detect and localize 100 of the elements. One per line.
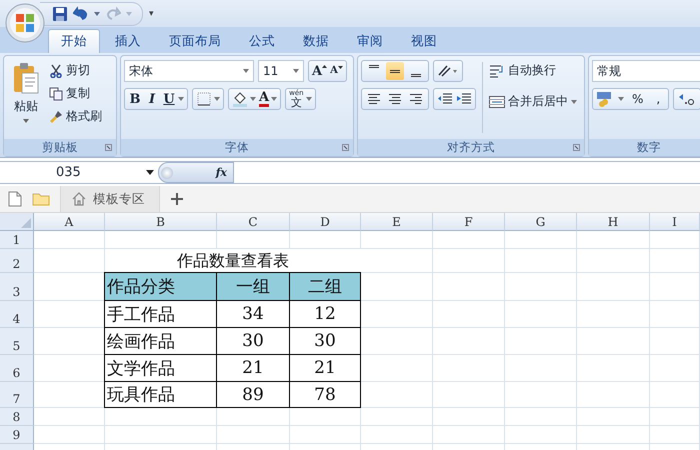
cell[interactable] [577, 355, 650, 382]
cell[interactable] [361, 355, 433, 382]
cell[interactable] [361, 301, 433, 328]
cell[interactable] [650, 426, 700, 444]
cell[interactable] [34, 408, 105, 426]
column-header[interactable]: E [361, 213, 433, 231]
cell[interactable] [505, 301, 577, 328]
row-header[interactable]: 1 [0, 231, 34, 249]
merge-center-button[interactable]: 合并后居中 [489, 91, 577, 112]
cell[interactable] [217, 426, 290, 444]
ribbon-tab[interactable]: 审阅 [344, 29, 396, 53]
column-header[interactable]: G [505, 213, 577, 231]
save-icon[interactable] [52, 6, 68, 22]
cell[interactable] [290, 426, 361, 444]
cell[interactable] [105, 426, 217, 444]
cell[interactable] [505, 273, 577, 301]
caret-icon[interactable] [250, 97, 256, 101]
cell[interactable] [505, 426, 577, 444]
ribbon-tab[interactable]: 页面布局 [156, 29, 234, 53]
cell[interactable] [433, 382, 505, 408]
font-style-button[interactable]: B [128, 92, 142, 106]
cell[interactable] [650, 355, 700, 382]
undo-icon[interactable] [73, 6, 89, 22]
ribbon-tab[interactable]: 开始 [48, 29, 100, 53]
row-header[interactable]: 6 [0, 355, 34, 382]
grow-font-button[interactable]: A [312, 64, 328, 78]
fill-bucket-icon[interactable] [232, 91, 248, 107]
cell[interactable] [577, 328, 650, 355]
dialog-launcher-icon[interactable] [342, 144, 349, 151]
cell[interactable] [650, 382, 700, 408]
cell[interactable] [650, 408, 700, 426]
paste-button[interactable]: 粘贴 [7, 60, 45, 139]
percent-button[interactable]: % [627, 93, 648, 105]
row-header[interactable]: 4 [0, 301, 34, 328]
cell[interactable] [577, 382, 650, 408]
row-header[interactable]: 8 [0, 408, 34, 426]
cell[interactable] [361, 426, 433, 444]
cell[interactable] [505, 231, 577, 249]
cell[interactable] [650, 273, 700, 301]
comma-button[interactable]: , [651, 93, 666, 105]
font-size-field[interactable]: 11 [258, 60, 304, 82]
cell[interactable] [433, 249, 505, 273]
font-color-button[interactable]: A [259, 91, 270, 107]
column-header[interactable]: H [577, 213, 650, 231]
font-name-field[interactable]: 宋体 [124, 60, 254, 82]
row-header[interactable]: 3 [0, 273, 34, 301]
cell[interactable] [290, 408, 361, 426]
cell[interactable] [577, 426, 650, 444]
wrap-text-button[interactable]: 自动换行 [489, 60, 577, 81]
caret-icon[interactable] [94, 12, 100, 16]
cell[interactable] [361, 328, 433, 355]
row-header[interactable]: 7 [0, 382, 34, 408]
template-tab[interactable]: 模板专区 [60, 186, 160, 212]
cell[interactable] [577, 301, 650, 328]
caret-icon[interactable] [618, 97, 624, 101]
orientation-icon[interactable] [437, 63, 459, 79]
font-style-button[interactable]: I [145, 92, 159, 106]
ribbon-tab[interactable]: 公式 [236, 29, 288, 53]
ribbon-tab[interactable]: 视图 [398, 29, 450, 53]
column-header[interactable]: B [105, 213, 217, 231]
column-header[interactable]: A [34, 213, 105, 231]
add-icon[interactable] [170, 192, 184, 206]
ribbon-tab[interactable]: 插入 [102, 29, 154, 53]
dialog-launcher-icon[interactable] [573, 144, 580, 151]
folder-icon[interactable] [32, 192, 50, 206]
cell[interactable] [650, 249, 700, 273]
cell[interactable] [505, 249, 577, 273]
number-format-field[interactable]: 常规 [592, 60, 700, 82]
cell[interactable] [34, 231, 105, 249]
cell[interactable] [361, 382, 433, 408]
cell[interactable] [433, 328, 505, 355]
row-header[interactable]: 5 [0, 328, 34, 355]
cell[interactable] [361, 408, 433, 426]
caret-icon[interactable] [271, 97, 278, 101]
cell[interactable] [650, 231, 700, 249]
caret-icon[interactable] [178, 97, 184, 101]
brush-button[interactable]: 格式刷 [49, 106, 102, 127]
cell[interactable] [433, 231, 505, 249]
column-header[interactable]: D [290, 213, 361, 231]
cell[interactable] [105, 408, 217, 426]
border-icon[interactable] [196, 91, 212, 107]
cell[interactable] [433, 408, 505, 426]
cut-button[interactable]: 剪切 [49, 60, 102, 81]
column-header[interactable]: F [433, 213, 505, 231]
redo-icon[interactable] [105, 6, 121, 22]
copy-button[interactable]: 复制 [49, 83, 102, 104]
cell[interactable] [217, 408, 290, 426]
caret-icon[interactable] [306, 97, 312, 101]
cell[interactable] [433, 426, 505, 444]
row-header[interactable]: 2 [0, 249, 34, 273]
cell[interactable] [433, 301, 505, 328]
cell[interactable] [361, 231, 433, 249]
cell[interactable] [577, 408, 650, 426]
cell[interactable] [433, 355, 505, 382]
customize-button[interactable]: ▾ [149, 8, 154, 18]
align-button[interactable] [386, 62, 404, 80]
cell[interactable] [650, 328, 700, 355]
ribbon-tab[interactable]: 数据 [290, 29, 342, 53]
cell[interactable] [505, 355, 577, 382]
cell[interactable] [577, 249, 650, 273]
